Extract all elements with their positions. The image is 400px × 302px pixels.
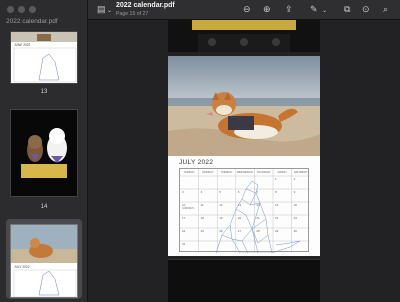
thumbnail-page-14[interactable]	[10, 109, 78, 197]
calendar-month-title: JULY 2022	[179, 159, 214, 166]
june-thumbnail-image: JUNE 2022	[11, 32, 77, 83]
zoom-out-icon[interactable]: ⊖	[243, 4, 251, 14]
current-page-july: JULY 2022 SUNDAY MONDAY TUESDAY WEDNESDA…	[168, 56, 320, 256]
search-icon[interactable]: ⌕	[383, 4, 388, 14]
july-thumbnail-image: JULY 2022	[11, 225, 77, 297]
thumbnail-page-13[interactable]: JUNE 2022	[10, 31, 78, 84]
day-cell: 29	[275, 229, 279, 233]
day-cell: 28	[256, 229, 260, 233]
day-cell: 3	[182, 190, 184, 194]
sidebar-toggle-icon[interactable]: ▤	[97, 4, 106, 14]
thumbnail-sidebar: 2022 calendar.pdf JUNE 2022 13 14 JULY 2…	[0, 0, 88, 302]
day-cell: 18	[200, 216, 204, 220]
markup-menu-chevron-icon[interactable]: ⌄	[322, 6, 327, 16]
markup-icon[interactable]: ✎	[310, 4, 318, 14]
calendar-grid-lines	[180, 169, 310, 253]
day-cell: 21	[256, 216, 260, 220]
thumbnail-label-14: 14	[40, 204, 48, 210]
zoom-in-icon[interactable]: ⊕	[263, 4, 271, 14]
day-cell: 4	[200, 190, 203, 194]
day-cell: 7	[256, 190, 259, 194]
day-cell: 14	[256, 203, 260, 207]
day-cell: 25	[200, 229, 204, 233]
weekday-monday: MONDAY	[202, 171, 214, 174]
day-cell: 9	[293, 190, 296, 194]
toolbar: ▤ ⌄ 2022 calendar.pdf Page 15 of 27 ⊖ ⊕ …	[88, 0, 400, 20]
calendar-grid: SUNDAY MONDAY TUESDAY WEDNESDAY THURSDAY…	[179, 168, 310, 253]
day-cell: 1	[275, 177, 277, 181]
day-cell: 31	[182, 242, 186, 246]
day-cell: 12	[219, 203, 223, 207]
zoom-window-button[interactable]	[29, 6, 36, 13]
day-cell: 17	[182, 216, 186, 220]
day-cell: 11	[200, 203, 204, 207]
day-cell: 22	[275, 216, 279, 220]
shiba-beach-photo	[168, 56, 320, 156]
weekday-friday: FRIDAY	[277, 171, 287, 174]
july-thumbnail-month-label: JULY 2022	[14, 265, 30, 269]
day-cell: 16	[293, 203, 297, 207]
share-icon[interactable]: ⇪	[285, 4, 293, 14]
day-cell: 6	[237, 190, 240, 194]
weekday-wednesday: WEDNESDAY	[236, 171, 254, 174]
calendar-note: JAMMIE'S	[182, 207, 195, 210]
document-title: 2022 calendar.pdf	[116, 2, 175, 9]
window-controls	[7, 6, 36, 13]
day-cell: 5	[219, 190, 221, 194]
weekday-tuesday: TUESDAY	[220, 171, 233, 174]
day-cell: 27	[237, 229, 242, 233]
day-cell: 8	[275, 190, 277, 194]
previous-page-image	[192, 20, 296, 52]
day-cell: 23	[293, 216, 297, 220]
annotate-icon[interactable]: ⊙	[362, 4, 370, 14]
day-cell: 26	[219, 229, 223, 233]
weekday-thursday: THURSDAY	[256, 171, 271, 174]
rotate-icon[interactable]: ⧉	[344, 4, 350, 14]
previous-page-bottom	[168, 20, 320, 52]
june-month-label: JUNE 2022	[14, 43, 31, 47]
day-cell: 2	[293, 177, 296, 181]
thumbnail-label-13: 13	[40, 89, 48, 95]
day-cell: 20	[237, 216, 242, 220]
weekday-saturday: SATURDAY	[293, 171, 308, 174]
close-window-button[interactable]	[7, 6, 14, 13]
preview-window: 2022 calendar.pdf JUNE 2022 13 14 JULY 2…	[0, 0, 400, 302]
chevron-down-icon[interactable]: ⌄	[107, 6, 112, 16]
day-cell: 15	[275, 203, 279, 207]
thumbnail-page-15[interactable]: JULY 2022	[10, 224, 78, 298]
minimize-window-button[interactable]	[18, 6, 25, 13]
next-page-top	[168, 259, 320, 302]
day-cell: 13	[237, 203, 242, 207]
page-indicator: Page 15 of 27	[116, 11, 149, 17]
sidebar-document-title: 2022 calendar.pdf	[6, 18, 58, 25]
weekday-sunday: SUNDAY	[183, 171, 195, 174]
dogs-thumbnail-image	[21, 128, 67, 178]
day-cell: 30	[293, 229, 297, 233]
day-cell: 24	[182, 229, 186, 233]
day-cell: 19	[219, 216, 223, 220]
